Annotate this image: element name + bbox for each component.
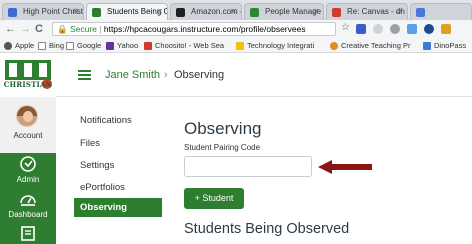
tab-favicon-icon — [250, 8, 259, 17]
reload-icon[interactable]: C — [35, 21, 43, 37]
yahoo-icon — [106, 42, 114, 50]
global-navigation: CHRISTIAN Account Admin Dashboard — [0, 53, 56, 244]
pairing-code-input[interactable] — [184, 156, 312, 177]
bookmark-google[interactable]: Google — [66, 39, 101, 52]
extension-icon[interactable] — [407, 24, 417, 34]
subnav-observing-active[interactable]: Observing — [74, 198, 162, 217]
lock-icon: 🔒 — [57, 24, 68, 34]
bookmark-label: Creative Teaching Pr — [341, 41, 411, 50]
browser-tab-1-active[interactable]: Students Being C ✕ — [86, 3, 168, 20]
bookmark-yahoo[interactable]: Yahoo — [106, 39, 138, 52]
tab-favicon-icon — [8, 8, 17, 17]
breadcrumb-user-link[interactable]: Jane Smith — [105, 68, 160, 82]
bookmarks-bar: Apple Bing Google Yahoo Choosito! - Web … — [0, 38, 472, 53]
subnav-files[interactable]: Files — [80, 138, 100, 149]
apple-icon — [4, 42, 12, 50]
tab-close-icon[interactable]: ✕ — [72, 4, 79, 20]
secure-label: Secure — [69, 24, 97, 34]
browser-tab-4[interactable]: Re: Canvas - dh ✕ — [326, 3, 408, 20]
breadcrumb-separator: › — [164, 69, 168, 81]
bookmark-dinopass[interactable]: DinoPass — [423, 39, 466, 52]
extension-icon[interactable] — [356, 24, 366, 34]
subnav-notifications[interactable]: Notifications — [80, 115, 132, 126]
page-title: Observing — [184, 119, 262, 138]
page-header: Jane Smith › Observing — [56, 53, 472, 97]
bookmark-label: Google — [77, 41, 102, 50]
global-nav-dashboard[interactable]: Dashboard — [0, 188, 56, 220]
url-text: https://hpcacougars.instructure.com/prof… — [103, 24, 306, 34]
school-logo[interactable]: CHRISTIAN — [0, 53, 56, 97]
bookmark-creative[interactable]: Creative Teaching Pr — [330, 39, 410, 52]
global-nav-courses[interactable] — [0, 223, 56, 244]
tab-favicon-icon — [92, 8, 101, 17]
account-sub-navigation: Notifications Files Settings ePortfolios… — [56, 97, 166, 244]
tab-favicon-icon — [416, 8, 425, 17]
global-nav-account[interactable]: Account — [0, 97, 56, 153]
subnav-eportfolios[interactable]: ePortfolios — [80, 182, 125, 193]
bookmark-apple[interactable]: Apple — [4, 39, 34, 52]
browser-tab-strip: High Point Christi ✕ Students Being C ✕ … — [0, 0, 472, 20]
page-icon — [38, 42, 46, 50]
bookmark-label: DinoPass — [434, 41, 467, 50]
global-nav-admin[interactable]: Admin — [0, 153, 56, 185]
breadcrumb-current: Observing — [174, 69, 225, 81]
bookmark-label: Choosito! - Web Sea — [155, 41, 225, 50]
tab-close-icon[interactable]: ✕ — [230, 4, 237, 20]
bookmark-label: Bing — [49, 41, 65, 50]
bookmark-star-icon[interactable]: ☆ — [341, 22, 350, 33]
address-bar[interactable]: 🔒 Secure | https://hpcacougars.instructu… — [52, 22, 336, 36]
extension-icon[interactable] — [390, 24, 400, 34]
page-icon — [66, 42, 74, 50]
forward-icon[interactable]: → — [20, 21, 31, 37]
extension-icon[interactable] — [424, 24, 434, 34]
tab-close-icon[interactable]: ✕ — [312, 4, 319, 20]
global-nav-label: Dashboard — [8, 210, 48, 219]
browser-tab-2[interactable]: Amazon.com - C ✕ — [170, 3, 242, 20]
screenshot-frame: High Point Christi ✕ Students Being C ✕ … — [0, 0, 472, 244]
section-title: Students Being Observed — [184, 221, 350, 237]
bookmark-bing[interactable]: Bing — [38, 39, 64, 52]
dashboard-icon — [20, 195, 36, 206]
global-nav-label: Admin — [16, 175, 40, 184]
avatar — [16, 105, 38, 127]
browser-tab-5[interactable] — [410, 3, 472, 20]
tab-favicon-icon — [332, 8, 341, 17]
logo-text: CHRISTIAN — [3, 80, 53, 89]
bookmark-label: Yahoo — [117, 41, 139, 50]
arrow-annotation-icon — [318, 160, 372, 174]
bookmark-choosito[interactable]: Choosito! - Web Sea — [144, 39, 224, 52]
back-icon[interactable]: ← — [5, 21, 16, 37]
extension-icon[interactable] — [441, 24, 451, 34]
add-student-button[interactable]: + Student — [184, 188, 244, 209]
browser-tab-3[interactable]: People Manage ✕ — [244, 3, 324, 20]
tab-close-icon[interactable]: ✕ — [396, 4, 403, 20]
bookmark-technology[interactable]: Technology Integrati — [236, 39, 314, 52]
shield-icon — [20, 156, 36, 172]
courses-icon — [21, 226, 35, 241]
bookmark-label: Apple — [15, 41, 35, 50]
extension-icon[interactable] — [373, 24, 383, 34]
subnav-settings[interactable]: Settings — [80, 160, 114, 171]
main-content: Observing Student Pairing Code + Student… — [184, 97, 472, 244]
global-nav-label: Account — [13, 131, 43, 140]
folder-icon — [236, 42, 244, 50]
bookmark-label: Technology Integrati — [247, 41, 315, 50]
menu-hamburger-icon[interactable] — [78, 70, 91, 80]
browser-tab-0[interactable]: High Point Christi ✕ — [2, 3, 84, 20]
choosito-icon — [144, 42, 152, 50]
creative-icon — [330, 42, 338, 50]
tab-close-icon[interactable]: ✕ — [156, 4, 163, 20]
tab-favicon-icon — [176, 8, 185, 17]
pairing-code-label: Student Pairing Code — [184, 143, 261, 152]
browser-toolbar: ← → C 🔒 Secure | https://hpcacougars.ins… — [0, 20, 472, 38]
dinopass-icon — [423, 42, 431, 50]
